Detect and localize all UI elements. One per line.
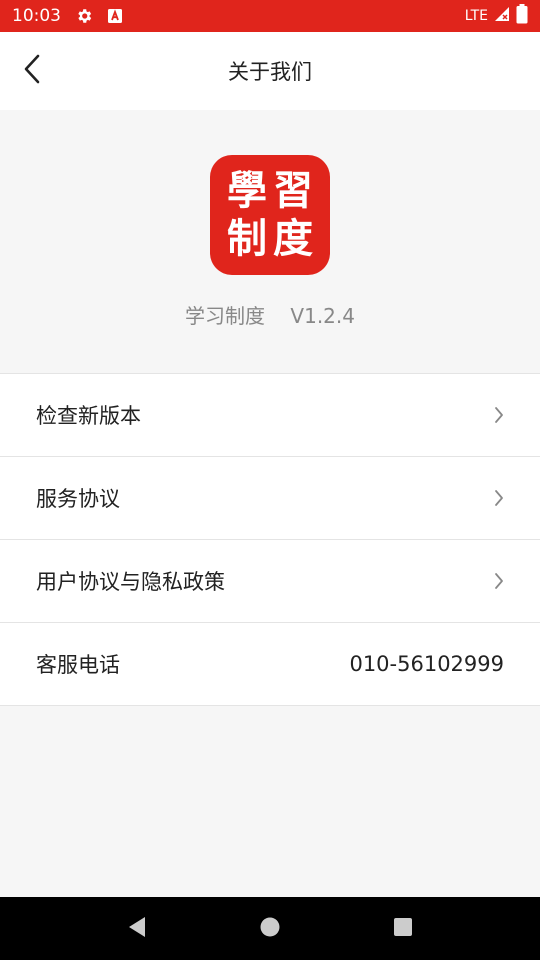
back-button[interactable] [14,53,50,89]
back-triangle-icon [127,916,147,942]
app-info-section: 學 習 制 度 学习制度 V1.2.4 [0,110,540,373]
logo-char: 制 [227,215,267,262]
phone-number[interactable]: 010-56102999 [349,652,504,676]
battery-icon [516,4,528,28]
status-bar: 10:03 LTE [0,0,540,32]
settings-menu: 检查新版本 服务协议 用户协议与隐私政策 客服电话 010-56102999 [0,373,540,706]
menu-item-label: 服务协议 [36,487,120,511]
logo-char: 度 [273,215,313,262]
status-time: 10:03 [12,6,61,26]
nav-back-button[interactable] [117,909,157,949]
a-box-icon [107,8,123,24]
app-name: 学习制度 [184,304,265,328]
gear-icon [75,7,93,25]
recents-square-icon [393,917,413,941]
app-version-line: 学习制度 V1.2.4 [0,300,540,329]
network-type: LTE [464,8,488,24]
page-title: 关于我们 [228,60,312,84]
chevron-right-icon [494,489,504,507]
menu-item-label: 检查新版本 [36,404,141,428]
logo-char: 習 [273,167,313,214]
logo-char: 學 [227,167,267,214]
app-logo: 學 習 制 度 [210,155,330,275]
nav-home-button[interactable] [250,909,290,949]
app-bar: 关于我们 [0,32,540,110]
back-chevron-icon [22,53,42,89]
customer-service-phone-item[interactable]: 客服电话 010-56102999 [0,623,540,706]
home-circle-icon [259,916,281,942]
chevron-right-icon [494,572,504,590]
privacy-policy-item[interactable]: 用户协议与隐私政策 [0,540,540,623]
signal-icon [494,6,510,26]
system-nav-bar [0,897,540,960]
check-update-item[interactable]: 检查新版本 [0,374,540,457]
service-agreement-item[interactable]: 服务协议 [0,457,540,540]
menu-item-label: 用户协议与隐私政策 [36,570,225,594]
menu-item-label: 客服电话 [36,653,120,677]
nav-recents-button[interactable] [383,909,423,949]
app-version: V1.2.4 [290,304,355,328]
chevron-right-icon [494,406,504,424]
